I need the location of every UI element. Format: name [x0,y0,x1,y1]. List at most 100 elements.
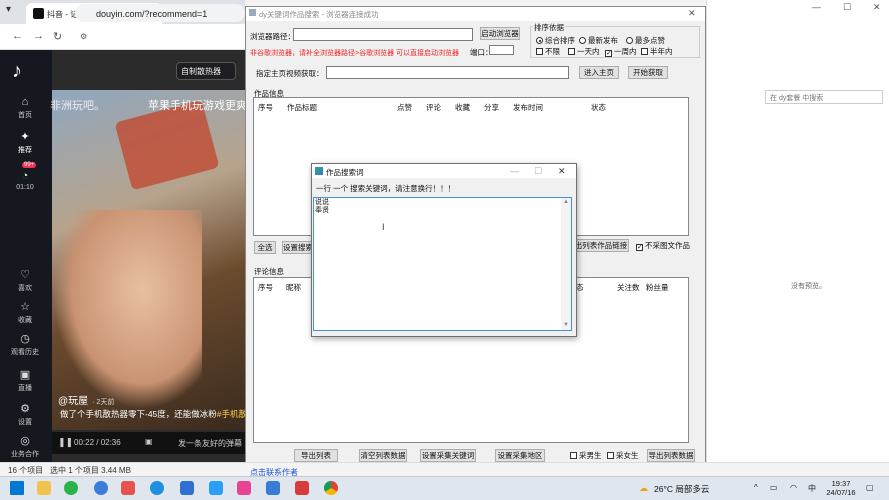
sidebar-item-2[interactable]: ◔ 01:10 [0,170,50,191]
sidebar-item-0[interactable]: ⌂ 首页 [0,96,50,120]
tool-title: dy关键词作品搜索 - 浏览器连接成功 [259,10,379,19]
select-all-button[interactable]: 全选 [254,241,276,254]
export-works-button[interactable]: 出列表作品链接 [573,239,629,252]
dialog-minimize-icon[interactable]: — [510,166,519,176]
reload-icon[interactable]: ↻ [53,30,62,43]
ime-indicator[interactable]: 中 [808,483,816,494]
tool-close-icon[interactable]: ✕ [688,8,696,19]
dialog-app-icon [315,167,323,175]
comments-column-header[interactable]: 序号 [258,282,273,293]
works-column-header[interactable]: 评论 [426,102,441,113]
set-search-button[interactable]: 设置搜索 [282,241,314,254]
wifi-icon[interactable]: ◠ [790,483,797,492]
export-ms4-button[interactable]: 导出列表ms4 [294,449,338,471]
start-fetch-button[interactable]: 开始获取 [628,66,668,79]
sidebar-item-8[interactable]: ◎ 业务合作 [0,434,50,459]
dialog-maximize-icon[interactable]: ☐ [534,166,542,177]
app-feather-icon[interactable] [266,481,280,495]
sort-option-2[interactable]: 最多点赞 [626,35,665,46]
time-option-0[interactable]: 不限 [536,46,560,57]
works-column-header[interactable]: 分享 [484,102,499,113]
text-cursor-icon: I [382,222,385,232]
keyword-textarea[interactable] [313,197,572,331]
app-blue-icon[interactable] [180,481,194,495]
site-info-icon[interactable]: ⚙ [80,32,87,41]
works-column-header[interactable]: 序号 [258,102,273,113]
app-tool-icon[interactable] [295,481,309,495]
douyin-search-input[interactable]: 自制散热器 [176,62,236,80]
sidebar-item-7[interactable]: ⚙ 设置 [0,402,50,427]
pause-icon[interactable]: ❚❚ [58,437,73,448]
start-icon[interactable] [10,481,24,495]
network-icon[interactable]: ▭ [770,483,778,492]
tray-up-icon[interactable]: ^ [754,483,758,492]
maximize-icon[interactable]: ☐ [843,2,851,13]
collect-male-checkbox[interactable]: 采男生 [570,450,602,461]
sidebar-item-4[interactable]: ☆ 收藏 [0,300,50,325]
danmu-input[interactable]: 发一条友好的弹幕 [178,438,242,449]
file-explorer-icon[interactable] [37,481,51,495]
no-image-works-checkbox[interactable]: ✓ 不采图文作品 [636,240,690,251]
enter-home-button[interactable]: 进入主页 [579,66,619,79]
notification-icon[interactable]: ▢ [866,483,874,492]
comments-column-header[interactable]: 昵称 [286,282,301,293]
sort-option-0[interactable]: 综合排序 [536,35,575,46]
douyin-logo-icon[interactable]: ♪ [12,60,36,84]
search-app-icon[interactable] [94,481,108,495]
comments-column-header[interactable]: 关注数 [617,282,640,293]
sidebar-item-1[interactable]: ✦ 推荐 [0,130,50,155]
browser-path-label: 浏览器路径： [250,32,295,41]
set-region-button[interactable]: 设置采集地区 [495,449,545,462]
works-column-header[interactable]: 发布时间 [513,102,543,113]
danmu-toggle-icon[interactable]: ▣ [145,437,153,446]
comments-column-header[interactable]: 态 [576,282,584,293]
description-text: 做了个手机散热器零下-45度，还能做冰粉 [60,409,217,419]
works-column-header[interactable]: 点赞 [397,102,412,113]
edge-icon[interactable] [150,481,164,495]
homepage-input[interactable] [326,66,569,79]
minimize-icon[interactable]: — [812,2,821,12]
time-option-2[interactable]: ✓ 一周内 [605,46,637,57]
app-cloud-icon[interactable] [209,481,223,495]
comments-column-header[interactable]: 粉丝量 [646,282,669,293]
sidebar-item-label: 收藏 [18,317,32,324]
back-icon[interactable]: ← [12,30,23,42]
dialog-scrollbar[interactable] [561,198,571,330]
weather-icon: ☁ [639,483,648,493]
scroll-up-icon[interactable]: ▲ [563,199,569,205]
works-column-header[interactable]: 作品标题 [287,102,317,113]
works-column-header[interactable]: 收藏 [455,102,470,113]
app-red-icon[interactable] [121,481,135,495]
close-window-icon[interactable]: ✕ [873,2,881,13]
sidebar-item-3[interactable]: ♡ 喜欢 [0,268,50,293]
sort-option-1[interactable]: 最新发布 [579,35,618,46]
works-column-header[interactable]: 状态 [591,102,606,113]
video-time: 00:22 / 02:36 [74,438,121,447]
browser-path-input[interactable] [293,28,473,41]
forward-icon[interactable]: → [33,30,44,42]
explorer-search-input[interactable]: 在 dy套餐 中搜索 [765,90,883,104]
sidebar-item-6[interactable]: ▣ 直播 [0,368,50,393]
hashtag-link[interactable]: #手机散 [217,409,247,419]
collect-female-checkbox[interactable]: 采女生 [607,450,639,461]
dialog-close-icon[interactable]: ✕ [558,166,566,177]
launch-browser-button[interactable]: 启动浏览器 [480,27,520,40]
export-list-button[interactable]: 导出列表数据 [647,449,695,462]
video-player[interactable] [52,90,245,430]
notification-badge: 99+ [22,162,37,168]
clear-list-button[interactable]: 清空列表数据 [359,449,407,462]
tab-menu-icon[interactable]: ▾ [6,4,20,18]
scroll-down-icon[interactable]: ▼ [563,322,569,328]
set-keywords-button[interactable]: 设置采集关键词 [420,449,476,462]
status-items: 16 个项目 [8,466,44,475]
chrome-icon[interactable] [324,481,338,495]
time-option-3[interactable]: 半年内 [641,46,673,57]
time-option-1[interactable]: 一天内 [568,46,600,57]
clock[interactable]: 19:37 24/07/16 [826,479,856,497]
sidebar-item-5[interactable]: ◷ 观看历史 [0,332,50,357]
wechat-icon[interactable] [64,481,78,495]
app-pink-icon[interactable] [237,481,251,495]
sidebar-item-label: 01:10 [16,184,34,191]
port-input[interactable] [489,45,514,55]
video-author[interactable]: @玩屋 · 2天前 [58,392,114,407]
